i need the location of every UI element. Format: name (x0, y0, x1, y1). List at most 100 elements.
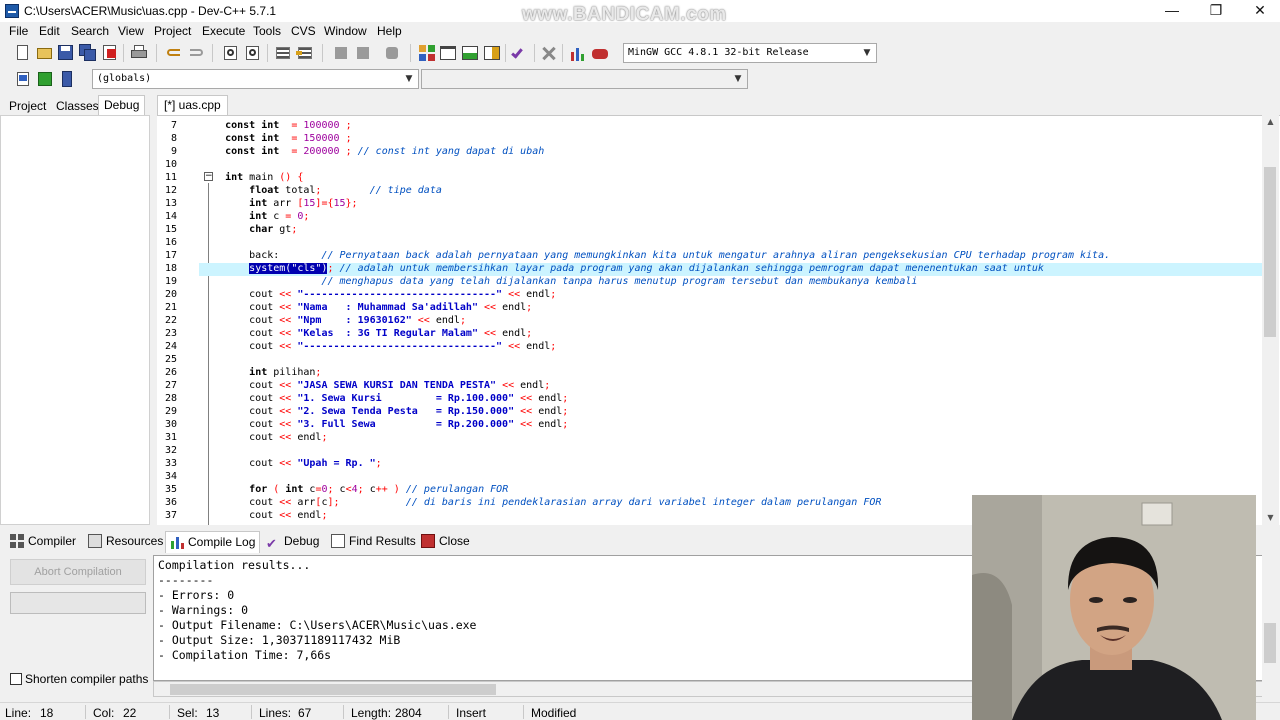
menu-view[interactable]: View (118, 24, 144, 38)
shorten-paths-checkbox[interactable] (10, 673, 22, 685)
chart-icon[interactable] (569, 44, 587, 62)
layout-grid-icon[interactable] (418, 44, 436, 62)
menu-edit[interactable]: Edit (39, 24, 60, 38)
tab-find-results-label: Find Results (349, 534, 416, 548)
toggle-panel-icon[interactable] (461, 44, 479, 62)
tab-close-label: Close (439, 534, 470, 548)
line-number: 34 (164, 471, 177, 482)
code-line: int arr [15]={15}; (249, 198, 358, 209)
code-editor[interactable]: 7 8 9 10 11 12 13 14 15 16 17 18 19 20 21 22 23 24 25 26 27 2… (157, 115, 1280, 525)
compiler-select[interactable]: MinGW GCC 4.8.1 32-bit Release ▼ (623, 43, 877, 63)
code-line: // menghapus data yang telah dijalankan … (321, 276, 918, 287)
tab-resources[interactable]: Resources (84, 531, 167, 553)
left-panel[interactable] (0, 115, 150, 525)
main-toolbar: MinGW GCC 4.8.1 32-bit Release ▼ (0, 40, 1280, 66)
tab-compiler[interactable]: Compiler (6, 531, 80, 553)
chevron-down-icon[interactable]: ▼ (731, 72, 745, 86)
scroll-up-icon[interactable]: ▲ (1262, 115, 1279, 129)
log-line: - Output Size: 1,30371189117432 MiB (158, 633, 401, 647)
goto-definition-icon[interactable] (58, 70, 76, 88)
chevron-down-icon[interactable]: ▼ (402, 72, 416, 86)
menu-execute[interactable]: Execute (202, 24, 245, 38)
scroll-thumb[interactable] (1264, 623, 1276, 663)
goto-next-icon[interactable] (354, 44, 372, 62)
open-file-icon[interactable] (36, 44, 54, 62)
line-number: 36 (164, 497, 177, 508)
save-icon[interactable] (57, 44, 75, 62)
status-col-label: Col: (93, 706, 115, 720)
log-vertical-scrollbar[interactable] (1262, 555, 1279, 697)
code-line: cout << "-------------------------------… (201, 289, 557, 300)
code-line: cout << endl; (201, 510, 328, 521)
window-layout-icon[interactable] (439, 44, 457, 62)
new-class-icon[interactable] (14, 70, 32, 88)
menu-bar: File Edit Search View Project Execute To… (0, 22, 1280, 40)
check-syntax-icon[interactable] (511, 44, 529, 62)
scroll-down-icon[interactable]: ▼ (1262, 511, 1279, 525)
chevron-down-icon[interactable]: ▼ (860, 46, 874, 60)
line-number: 21 (164, 302, 177, 313)
bookmark-icon[interactable] (383, 44, 401, 62)
menu-project[interactable]: Project (154, 24, 191, 38)
tab-project[interactable]: Project (4, 97, 51, 115)
line-number: 26 (164, 367, 177, 378)
save-all-icon[interactable] (79, 44, 97, 62)
redo-icon[interactable] (187, 44, 205, 62)
close-file-icon[interactable] (101, 44, 119, 62)
indent-icon[interactable] (274, 44, 292, 62)
line-number: 9 (170, 146, 177, 157)
fullscreen-icon[interactable] (483, 44, 501, 62)
scope-select[interactable]: (globals) ▼ (92, 69, 419, 89)
menu-help[interactable]: Help (377, 24, 402, 38)
tab-compile-log[interactable]: Compile Log (165, 531, 261, 553)
code-line: char gt; (249, 224, 298, 235)
line-number: 15 (164, 224, 177, 235)
scroll-thumb[interactable] (170, 684, 496, 695)
log-line: - Compilation Time: 7,66s (158, 648, 332, 662)
new-file-icon[interactable] (14, 44, 32, 62)
log-line: Compilation results... (158, 558, 311, 572)
abort-compilation-button[interactable]: Abort Compilation (10, 559, 146, 585)
find-icon[interactable] (222, 44, 240, 62)
line-number: 8 (170, 133, 177, 144)
delete-icon[interactable] (540, 44, 558, 62)
shorten-paths-option[interactable]: Shorten compiler paths (10, 672, 148, 686)
menu-search[interactable]: Search (71, 24, 109, 38)
fold-margin: − (179, 116, 213, 525)
tab-debug[interactable]: Debug (98, 95, 146, 115)
line-number: 30 (164, 419, 177, 430)
code-line: float total; // tipe data (249, 185, 442, 196)
status-line-value: 18 (40, 706, 54, 720)
profile-icon[interactable] (591, 44, 609, 62)
tab-close[interactable]: Close (417, 531, 474, 553)
code-line: int main () { (225, 172, 304, 183)
menu-tools[interactable]: Tools (253, 24, 281, 38)
tab-classes[interactable]: Classes (51, 97, 104, 115)
print-icon[interactable] (130, 44, 148, 62)
code-line: cout << "3. Full Sewa = Rp.200.000" << e… (201, 419, 569, 430)
insert-icon[interactable] (36, 70, 54, 88)
code-line: int pilihan; (249, 367, 322, 378)
line-number: 28 (164, 393, 177, 404)
log-line: - Output Filename: C:\Users\ACER\Music\u… (158, 618, 477, 632)
line-number: 33 (164, 458, 177, 469)
minimize-button[interactable]: — (1150, 0, 1194, 22)
scroll-thumb[interactable] (1264, 167, 1276, 337)
maximize-button[interactable]: ❐ (1194, 0, 1238, 22)
line-number: 11 (164, 172, 177, 183)
close-icon (421, 534, 435, 548)
member-select[interactable]: ▼ (421, 69, 748, 89)
status-col-value: 22 (123, 706, 137, 720)
undo-icon[interactable] (165, 44, 183, 62)
unindent-icon[interactable] (296, 44, 314, 62)
tab-find-results[interactable]: Find Results (327, 531, 420, 553)
tab-debug-bottom[interactable]: ✔ Debug (262, 531, 323, 553)
menu-cvs[interactable]: CVS (291, 24, 316, 38)
editor-vertical-scrollbar[interactable]: ▲ ▼ (1262, 115, 1279, 525)
replace-icon[interactable] (244, 44, 262, 62)
menu-file[interactable]: File (9, 24, 28, 38)
close-window-button[interactable]: ✕ (1238, 0, 1280, 22)
editor-tab-uas[interactable]: [*] uas.cpp (157, 95, 228, 115)
menu-window[interactable]: Window (324, 24, 367, 38)
goto-previous-icon[interactable] (332, 44, 350, 62)
